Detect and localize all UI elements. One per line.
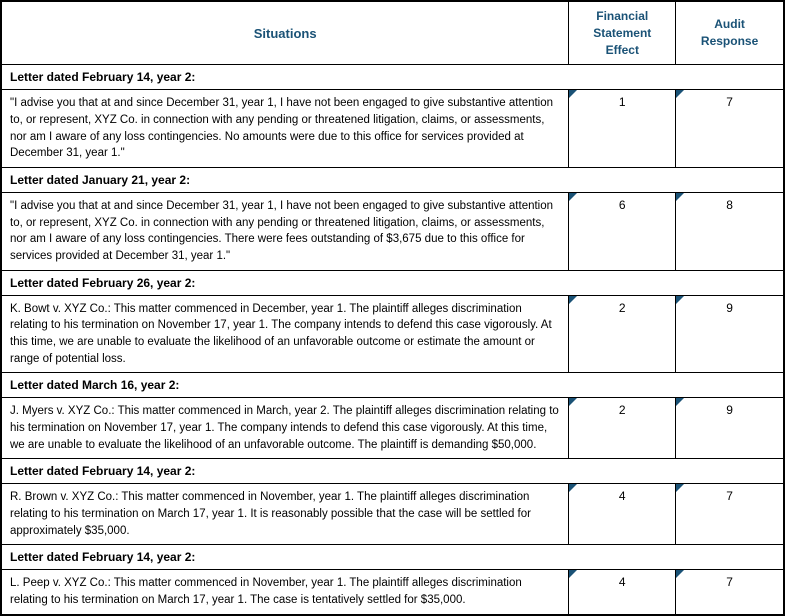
financial-header: Financial Statement Effect: [569, 2, 676, 65]
financial-number-6: 4: [569, 570, 676, 614]
section-content-6: L. Peep v. XYZ Co.: This matter commence…: [2, 570, 784, 614]
audit-number-4: 9: [676, 398, 784, 459]
section-header-2: Letter dated January 21, year 2:: [2, 168, 784, 193]
blue-corner-audit-4: [676, 398, 684, 406]
blue-corner-financial-2: [569, 193, 577, 201]
financial-number-1: 1: [569, 90, 676, 168]
main-table: Situations Financial Statement Effect Au…: [0, 0, 785, 616]
section-text-3: K. Bowt v. XYZ Co.: This matter commence…: [2, 295, 569, 373]
financial-number-4: 2: [569, 398, 676, 459]
audit-number-3: 9: [676, 295, 784, 373]
audit-header: Audit Response: [676, 2, 784, 65]
section-content-4: J. Myers v. XYZ Co.: This matter commenc…: [2, 398, 784, 459]
blue-corner-financial-3: [569, 296, 577, 304]
blue-corner-financial-5: [569, 484, 577, 492]
section-header-6: Letter dated February 14, year 2:: [2, 545, 784, 570]
section-header-label-3: Letter dated February 26, year 2:: [2, 270, 784, 295]
situations-header: Situations: [2, 2, 569, 65]
financial-number-3: 2: [569, 295, 676, 373]
section-content-5: R. Brown v. XYZ Co.: This matter commenc…: [2, 484, 784, 545]
blue-corner-financial-4: [569, 398, 577, 406]
section-header-3: Letter dated February 26, year 2:: [2, 270, 784, 295]
section-content-3: K. Bowt v. XYZ Co.: This matter commence…: [2, 295, 784, 373]
blue-corner-financial-6: [569, 570, 577, 578]
section-text-2: "I advise you that at and since December…: [2, 193, 569, 271]
section-text-4: J. Myers v. XYZ Co.: This matter commenc…: [2, 398, 569, 459]
section-header-label-6: Letter dated February 14, year 2:: [2, 545, 784, 570]
blue-corner-audit-2: [676, 193, 684, 201]
audit-number-2: 8: [676, 193, 784, 271]
section-text-5: R. Brown v. XYZ Co.: This matter commenc…: [2, 484, 569, 545]
blue-corner-financial-1: [569, 90, 577, 98]
audit-number-6: 7: [676, 570, 784, 614]
section-header-4: Letter dated March 16, year 2:: [2, 373, 784, 398]
blue-corner-audit-3: [676, 296, 684, 304]
financial-number-2: 6: [569, 193, 676, 271]
section-content-2: "I advise you that at and since December…: [2, 193, 784, 271]
blue-corner-audit-1: [676, 90, 684, 98]
section-header-label-2: Letter dated January 21, year 2:: [2, 168, 784, 193]
section-header-1: Letter dated February 14, year 2:: [2, 65, 784, 90]
section-header-label-4: Letter dated March 16, year 2:: [2, 373, 784, 398]
section-header-label-1: Letter dated February 14, year 2:: [2, 65, 784, 90]
financial-number-5: 4: [569, 484, 676, 545]
audit-number-1: 7: [676, 90, 784, 168]
section-text-1: "I advise you that at and since December…: [2, 90, 569, 168]
blue-corner-audit-5: [676, 484, 684, 492]
section-header-5: Letter dated February 14, year 2:: [2, 459, 784, 484]
section-text-6: L. Peep v. XYZ Co.: This matter commence…: [2, 570, 569, 614]
audit-number-5: 7: [676, 484, 784, 545]
section-content-1: "I advise you that at and since December…: [2, 90, 784, 168]
section-header-label-5: Letter dated February 14, year 2:: [2, 459, 784, 484]
blue-corner-audit-6: [676, 570, 684, 578]
